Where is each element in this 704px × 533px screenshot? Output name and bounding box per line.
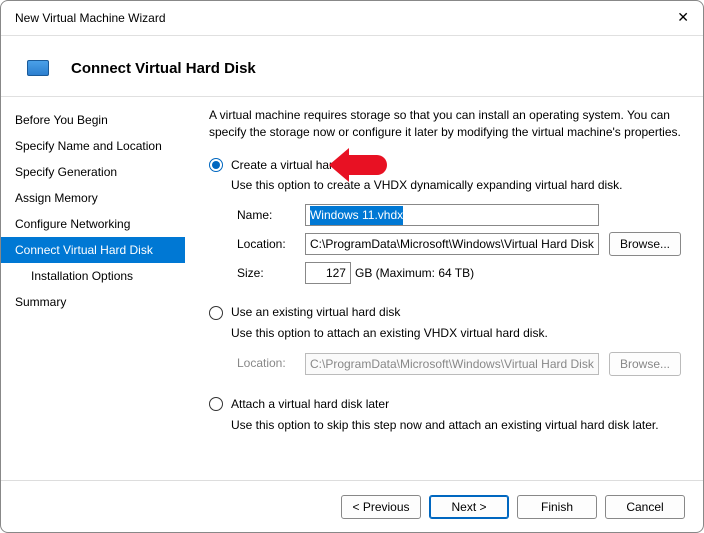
attach-later-desc: Use this option to skip this step now an… [231, 417, 681, 434]
title-bar: New Virtual Machine Wizard ✕ [1, 1, 703, 35]
content-pane: A virtual machine requires storage so th… [185, 97, 703, 457]
browse-button[interactable]: Browse... [609, 232, 681, 256]
size-label: Size: [237, 265, 305, 282]
radio-use-existing-label: Use an existing virtual hard disk [231, 304, 400, 321]
close-icon[interactable]: ✕ [677, 9, 689, 26]
window-title: New Virtual Machine Wizard [15, 11, 166, 25]
create-vhd-desc: Use this option to create a VHDX dynamic… [231, 177, 681, 194]
existing-location-input [305, 353, 599, 375]
intro-text: A virtual machine requires storage so th… [209, 107, 681, 141]
radio-create-vhd[interactable] [209, 158, 223, 172]
cancel-button[interactable]: Cancel [605, 495, 685, 519]
sidebar-item-specify-name[interactable]: Specify Name and Location [1, 133, 185, 159]
sidebar-item-installation-options[interactable]: Installation Options [1, 263, 185, 289]
location-label: Location: [237, 236, 305, 253]
wizard-footer: < Previous Next > Finish Cancel [1, 480, 703, 532]
use-existing-desc: Use this option to attach an existing VH… [231, 325, 681, 342]
radio-attach-later[interactable] [209, 397, 223, 411]
existing-location-label: Location: [237, 355, 305, 372]
radio-create-vhd-label: Create a virtual hard disk [231, 157, 364, 174]
sidebar-item-configure-networking[interactable]: Configure Networking [1, 211, 185, 237]
sidebar-item-summary[interactable]: Summary [1, 289, 185, 315]
wizard-steps-sidebar: Before You Begin Specify Name and Locati… [1, 97, 185, 457]
sidebar-item-connect-vhd[interactable]: Connect Virtual Hard Disk [1, 237, 185, 263]
name-label: Name: [237, 207, 305, 224]
divider [1, 35, 703, 36]
size-input[interactable] [305, 262, 351, 284]
sidebar-item-specify-generation[interactable]: Specify Generation [1, 159, 185, 185]
next-button[interactable]: Next > [429, 495, 509, 519]
existing-browse-button: Browse... [609, 352, 681, 376]
finish-button[interactable]: Finish [517, 495, 597, 519]
radio-use-existing-vhd[interactable] [209, 306, 223, 320]
page-title: Connect Virtual Hard Disk [71, 60, 256, 77]
page-header: Connect Virtual Hard Disk [1, 40, 703, 96]
vm-icon [27, 60, 49, 76]
sidebar-item-before-you-begin[interactable]: Before You Begin [1, 107, 185, 133]
name-input[interactable]: Windows 11.vhdx [305, 204, 599, 226]
location-input[interactable] [305, 233, 599, 255]
size-unit: GB (Maximum: 64 TB) [355, 265, 474, 282]
radio-attach-later-label: Attach a virtual hard disk later [231, 396, 389, 413]
previous-button[interactable]: < Previous [341, 495, 421, 519]
sidebar-item-assign-memory[interactable]: Assign Memory [1, 185, 185, 211]
